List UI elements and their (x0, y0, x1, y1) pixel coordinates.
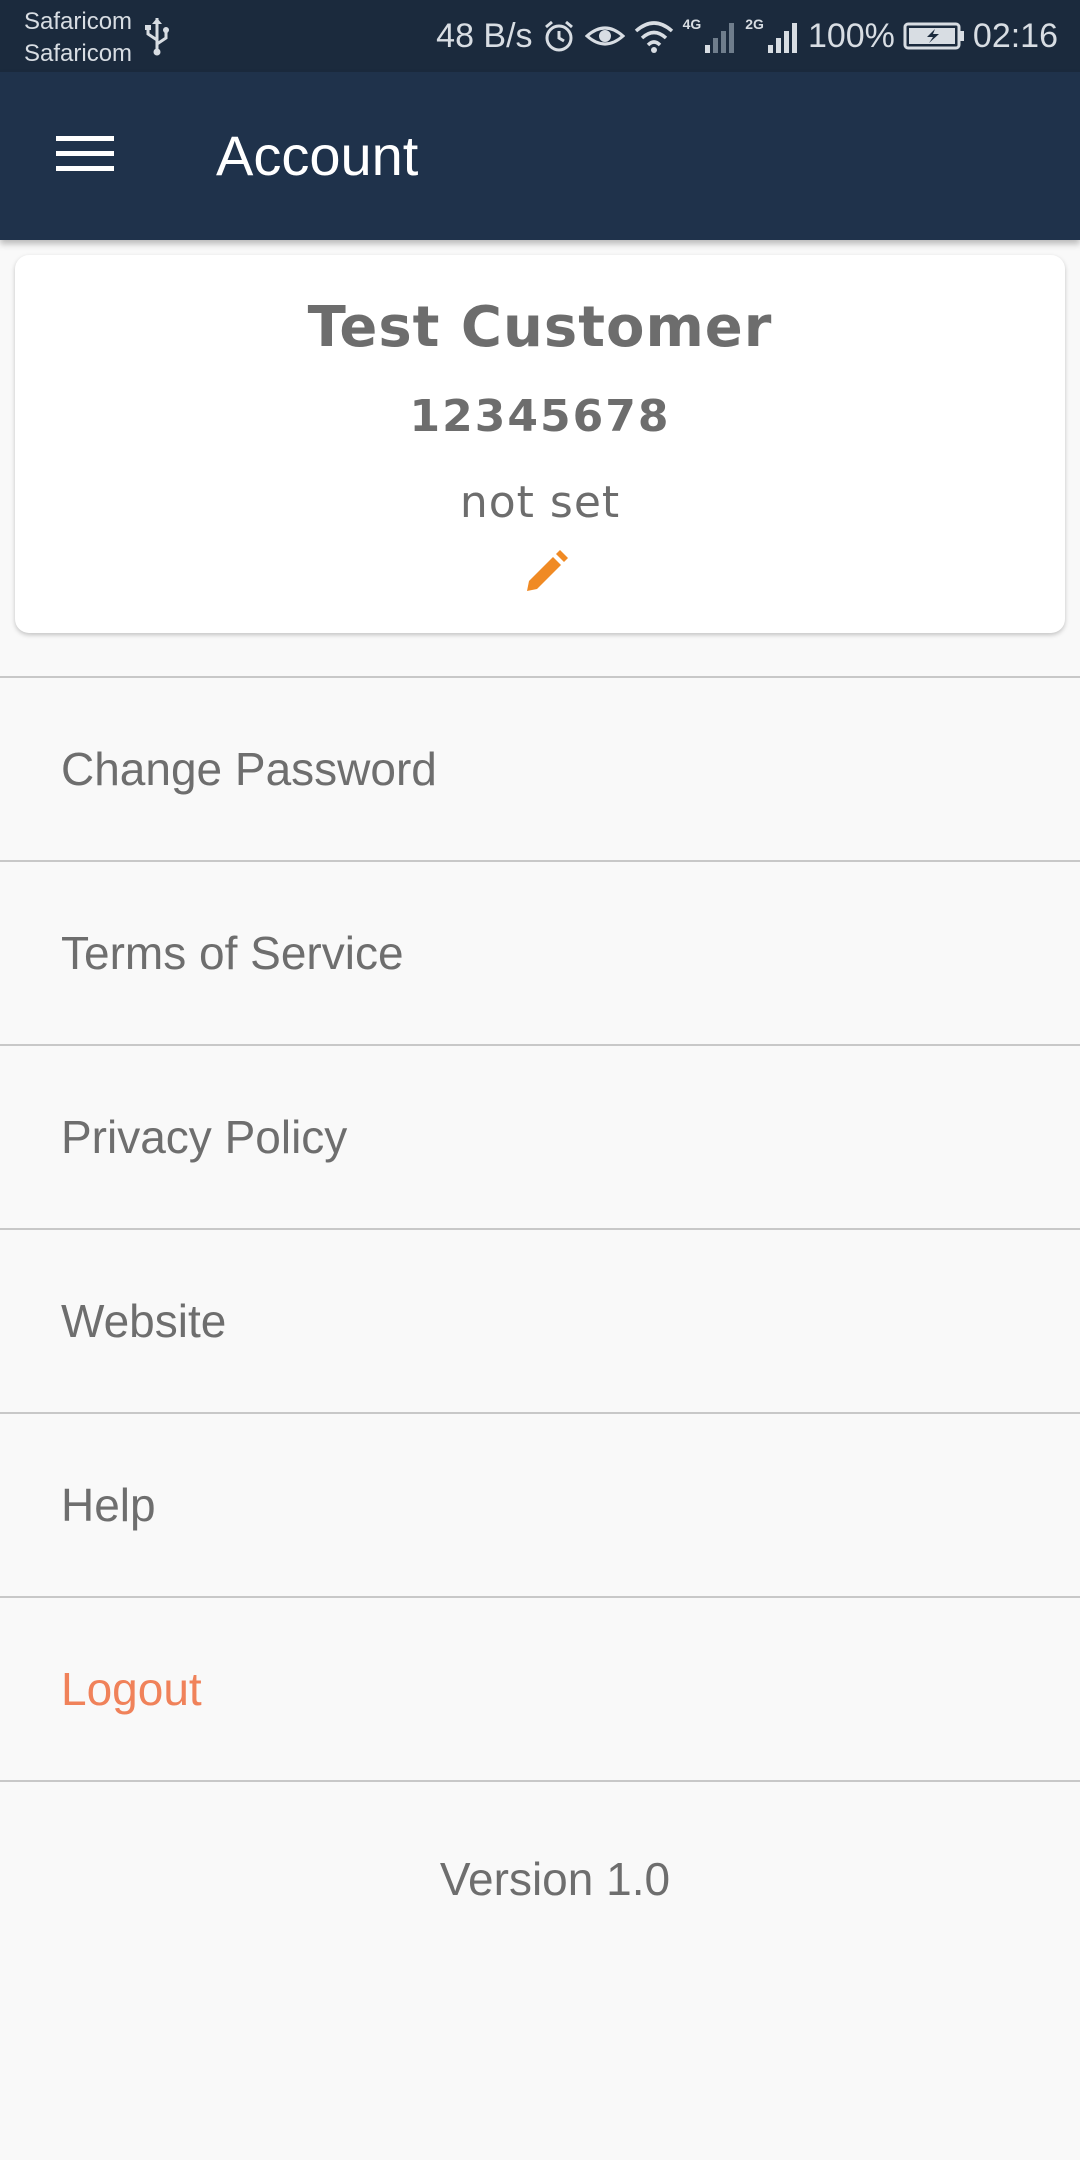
status-bar: Safaricom Safaricom 48 B/s 4G 2G 100% 02… (0, 0, 1080, 72)
menu-item-logout[interactable]: Logout (0, 1596, 1080, 1782)
carrier-label-1: Safaricom (24, 8, 133, 35)
eye-icon (584, 20, 625, 52)
signal-icon (703, 19, 737, 53)
net-4g-label: 4G (682, 16, 702, 32)
carrier-labels: Safaricom Safaricom (24, 6, 132, 70)
menu-item-website[interactable]: Website (0, 1228, 1080, 1412)
app-version: Version 1.0 (439, 1853, 671, 1905)
net-2g-label: 2G (745, 16, 764, 32)
hamburger-menu-icon (56, 134, 114, 179)
clock: 02:16 (972, 16, 1058, 55)
battery-icon (903, 21, 965, 51)
edit-profile-button[interactable] (515, 545, 575, 605)
menu-item-help[interactable]: Help (0, 1412, 1080, 1596)
status-indicators: 48 B/s 4G 2G 100% 02:16 (436, 0, 1058, 72)
customer-name: Test Customer (307, 295, 773, 360)
menu-item-change-password[interactable]: Change Password (0, 676, 1080, 860)
carrier-label-2: Safaricom (24, 40, 133, 67)
customer-email: not set (459, 477, 621, 528)
menu-button[interactable] (36, 116, 132, 196)
pencil-icon (521, 549, 569, 602)
net-speed: 48 B/s (436, 16, 533, 55)
signal-icon-2 (766, 19, 800, 53)
usb-icon (142, 16, 172, 56)
page-title: Account (216, 124, 419, 187)
battery-percent: 100% (807, 16, 895, 55)
customer-number: 12345678 (409, 391, 671, 442)
wifi-icon (633, 19, 675, 53)
account-menu: Change Password Terms of Service Privacy… (0, 676, 1080, 1782)
profile-card: Test Customer 12345678 not set (15, 255, 1065, 633)
alarm-icon (541, 18, 577, 54)
app-bar: Account (0, 72, 1080, 240)
menu-item-terms-of-service[interactable]: Terms of Service (0, 860, 1080, 1044)
menu-item-privacy-policy[interactable]: Privacy Policy (0, 1044, 1080, 1228)
